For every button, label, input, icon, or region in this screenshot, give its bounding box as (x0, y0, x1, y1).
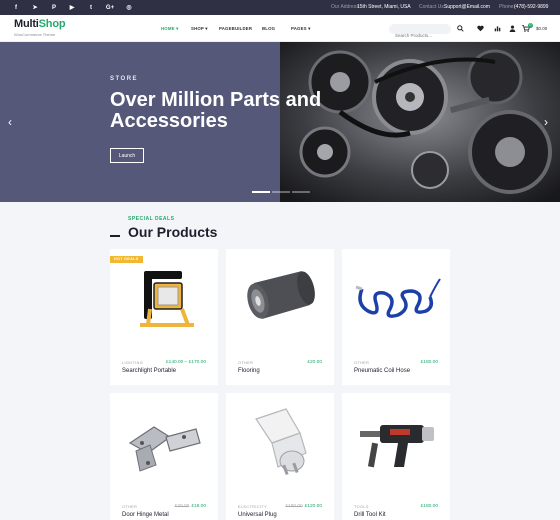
product-category[interactable]: TOOLS (354, 505, 369, 509)
slider-next-arrow-icon[interactable]: › (544, 115, 548, 129)
section-eyebrow: SPECIAL DEALS (128, 216, 175, 222)
product-name[interactable]: Flooring (238, 368, 260, 374)
account-user-icon[interactable] (507, 23, 517, 33)
search-input[interactable] (389, 30, 451, 41)
section-title: Our Products (128, 224, 218, 240)
drill-tool-image (360, 425, 434, 468)
product-name[interactable]: Universal Plug (238, 512, 277, 518)
hero-slider: ‹ › STORE Over Million Parts and Accesso… (0, 42, 560, 202)
nav-pages[interactable]: PAGES ▾ (291, 26, 311, 32)
site-logo[interactable]: MultiShop (14, 18, 66, 30)
coil-hose-image (355, 278, 441, 318)
site-header: MultiShop WooCommerce Theme HOME ▾ SHOP … (0, 15, 560, 42)
phone-value[interactable]: (478)-592-9899 (514, 0, 548, 15)
product-price: £180.00 (420, 504, 438, 509)
logo-main-text: Multi (14, 18, 39, 30)
product-price: £180.00 (420, 360, 438, 365)
phone-label: Phone: (499, 4, 515, 10)
hero-title: Over Million Parts and Accessories (110, 89, 322, 132)
product-card[interactable]: OTHER £180.00 Pneumatic Coil Hose (342, 249, 450, 385)
product-card[interactable]: HOT DEALS LIGHTING £140.00 – £170.00 Sea… (110, 249, 218, 385)
slider-dot-active[interactable] (252, 191, 270, 193)
product-price: £20.00 £18.00 (174, 504, 206, 509)
top-bar: f ➤ P ▶ t G+ ◎ Our Address: 15th Street,… (0, 0, 560, 15)
product-category[interactable]: OTHER (238, 361, 253, 365)
telegram-icon[interactable]: ➤ (30, 0, 40, 15)
instagram-icon[interactable]: ◎ (124, 0, 134, 15)
searchlight-image (140, 271, 194, 327)
search-icon[interactable] (455, 23, 465, 33)
sale-badge: HOT DEALS (110, 256, 143, 263)
search-box (389, 24, 451, 41)
product-category[interactable]: LIGHTING (122, 361, 143, 365)
cart-total[interactable]: $0.00 (536, 26, 547, 31)
product-name[interactable]: Drill Tool Kit (354, 512, 386, 518)
youtube-icon[interactable]: ▶ (67, 0, 77, 15)
nav-pagebuilder[interactable]: PAGEBUILDER (219, 26, 252, 31)
contact-label: Contact Us: (419, 4, 446, 10)
product-name[interactable]: Searchlight Portable (122, 368, 176, 374)
product-card[interactable]: TOOLS £180.00 Drill Tool Kit (342, 393, 450, 520)
cart-count-badge: 0 (528, 23, 533, 28)
product-category[interactable]: OTHER (122, 505, 137, 509)
product-price: £140.00 – £170.00 (165, 360, 206, 365)
twitter-icon[interactable]: t (86, 0, 96, 15)
product-price: £20.00 (307, 360, 322, 365)
nav-shop[interactable]: SHOP ▾ (191, 26, 208, 32)
product-name[interactable]: Door Hinge Metal (122, 512, 169, 518)
product-category[interactable]: ELECTRICITY (238, 505, 267, 509)
address-label: Our Address: (331, 4, 361, 10)
product-card[interactable]: ELECTRICITY £180.00 £120.00 Universal Plu… (226, 393, 334, 520)
product-category[interactable]: OTHER (354, 361, 369, 365)
logo-tagline: WooCommerce Theme (14, 32, 56, 37)
google-plus-icon[interactable]: G+ (105, 0, 115, 15)
pinterest-icon[interactable]: P (49, 0, 59, 15)
wishlist-heart-icon[interactable] (475, 23, 485, 33)
product-card[interactable]: OTHER £20.00 £18.00 Door Hinge Metal (110, 393, 218, 520)
universal-plug-image (255, 408, 307, 476)
contact-value[interactable]: Support@Email.com (444, 0, 490, 15)
slider-prev-arrow-icon[interactable]: ‹ (8, 115, 12, 129)
nav-home[interactable]: HOME ▾ (161, 26, 178, 32)
nav-blog[interactable]: BLOG (262, 26, 275, 31)
logo-accent-text: Shop (38, 18, 66, 30)
hero-launch-button[interactable]: Launch (110, 148, 144, 163)
product-card[interactable]: OTHER £20.00 Flooring (226, 249, 334, 385)
flooring-roll-image (247, 271, 315, 319)
hero-eyebrow: STORE (110, 76, 139, 82)
slider-dot[interactable] (292, 191, 310, 193)
facebook-icon[interactable]: f (11, 0, 21, 15)
slider-dot[interactable] (272, 191, 290, 193)
product-price: £180.00 £120.00 (285, 504, 322, 509)
product-name[interactable]: Pneumatic Coil Hose (354, 368, 410, 374)
compare-icon[interactable] (492, 23, 502, 33)
section-title-bar (110, 235, 120, 237)
door-hinge-image (128, 426, 201, 472)
address-value: 15th Street, Miami, USA (357, 4, 411, 10)
